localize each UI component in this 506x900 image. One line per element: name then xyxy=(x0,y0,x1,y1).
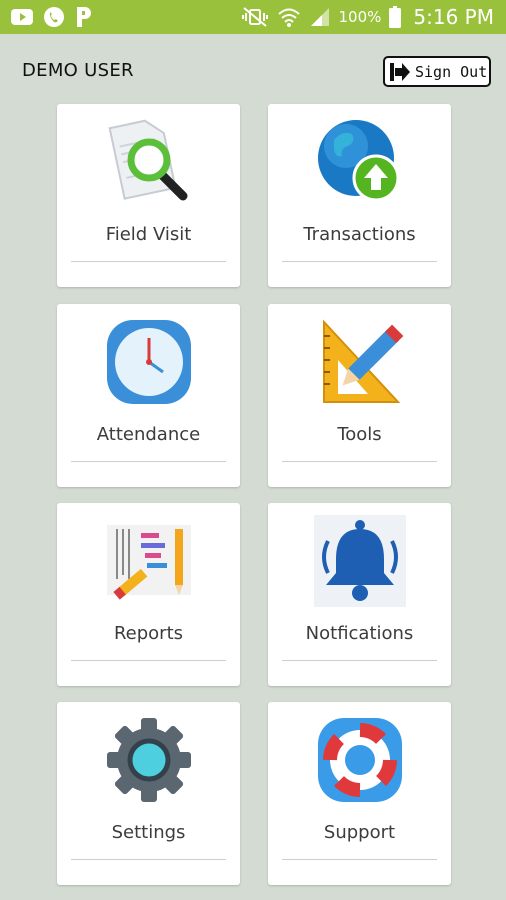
wifi-icon xyxy=(277,8,300,27)
tile-divider xyxy=(282,859,437,860)
signal-icon xyxy=(310,8,329,26)
battery-percent: 100% xyxy=(338,8,382,26)
tile-label: Attendance xyxy=(96,424,201,445)
youtube-icon xyxy=(11,9,33,25)
sign-out-button[interactable]: Sign Out xyxy=(383,56,491,87)
tile-divider xyxy=(71,859,226,860)
tile-label: Reports xyxy=(113,623,184,644)
tile-divider xyxy=(71,660,226,661)
clock: 5:16 PM xyxy=(413,5,494,29)
tile-divider xyxy=(282,261,437,262)
tile-label: Settings xyxy=(111,822,186,843)
tile-divider xyxy=(71,461,226,462)
tile-attendance[interactable]: Attendance xyxy=(57,304,240,487)
app-header: DEMO USER Sign Out xyxy=(0,34,506,104)
tile-notifications[interactable]: Notfications xyxy=(268,503,451,686)
set-square-pencil-icon xyxy=(322,319,403,403)
battery-icon xyxy=(389,6,402,28)
clock-icon xyxy=(106,320,191,404)
phone-icon xyxy=(44,7,64,27)
tile-settings[interactable]: Settings xyxy=(57,702,240,885)
document-search-icon xyxy=(107,119,187,201)
tile-label: Field Visit xyxy=(105,224,192,245)
bell-icon xyxy=(313,515,406,607)
lifebuoy-icon xyxy=(317,718,402,802)
status-bar: 100% 5:16 PM xyxy=(0,0,506,34)
tile-divider xyxy=(282,660,437,661)
tile-label: Transactions xyxy=(303,224,416,245)
mute-vibrate-icon xyxy=(241,7,268,27)
logout-arrow-icon xyxy=(390,62,410,81)
tile-field-visit[interactable]: Field Visit xyxy=(57,104,240,287)
tile-label: Support xyxy=(323,822,396,843)
sign-out-label: Sign Out xyxy=(415,62,488,81)
tile-reports[interactable]: Reports xyxy=(57,503,240,686)
tile-tools[interactable]: Tools xyxy=(268,304,451,487)
tile-label: Tools xyxy=(337,424,382,445)
reports-chart-icon xyxy=(106,525,191,600)
globe-upload-icon xyxy=(317,120,399,202)
parking-icon xyxy=(77,7,91,27)
gear-icon xyxy=(106,718,191,802)
tile-divider xyxy=(282,461,437,462)
user-name: DEMO USER xyxy=(22,60,134,81)
tile-transactions[interactable]: Transactions xyxy=(268,104,451,287)
tile-label: Notfications xyxy=(305,623,414,644)
tile-support[interactable]: Support xyxy=(268,702,451,885)
tile-divider xyxy=(71,261,226,262)
